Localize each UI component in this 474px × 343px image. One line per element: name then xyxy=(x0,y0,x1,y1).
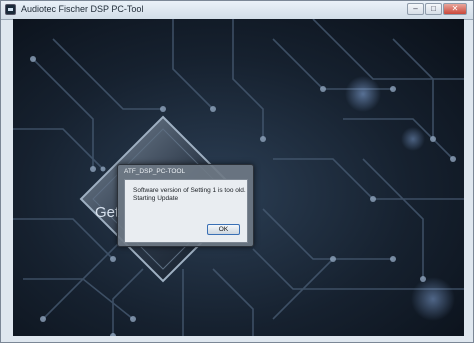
maximize-button[interactable]: □ xyxy=(425,3,442,15)
dialog-message-line1: Software version of Setting 1 is too old… xyxy=(133,187,246,194)
dialog-message: Software version of Setting 1 is too old… xyxy=(133,187,246,203)
dialog-title: ATF_DSP_PC-TOOL xyxy=(124,168,186,175)
dialog-body: Software version of Setting 1 is too old… xyxy=(124,179,248,243)
window-title: Audiotec Fischer DSP PC-Tool xyxy=(21,4,144,14)
ok-button[interactable]: OK xyxy=(207,224,240,235)
app-icon xyxy=(5,4,16,15)
close-button[interactable]: ✕ xyxy=(443,3,467,15)
minimize-button[interactable]: – xyxy=(407,3,424,15)
splash-background: C Get ATF_DSP_PC-TOOL Software version o… xyxy=(13,19,464,336)
update-dialog: ATF_DSP_PC-TOOL Software version of Sett… xyxy=(117,164,254,247)
app-window: Audiotec Fischer DSP PC-Tool – □ ✕ Get A… xyxy=(0,0,474,343)
window-controls: – □ ✕ xyxy=(407,3,467,16)
title-bar[interactable]: Audiotec Fischer DSP PC-Tool – □ ✕ xyxy=(1,1,473,20)
dialog-message-line2: Starting Update xyxy=(133,195,179,202)
splash-text-line2: Get xyxy=(95,204,120,221)
